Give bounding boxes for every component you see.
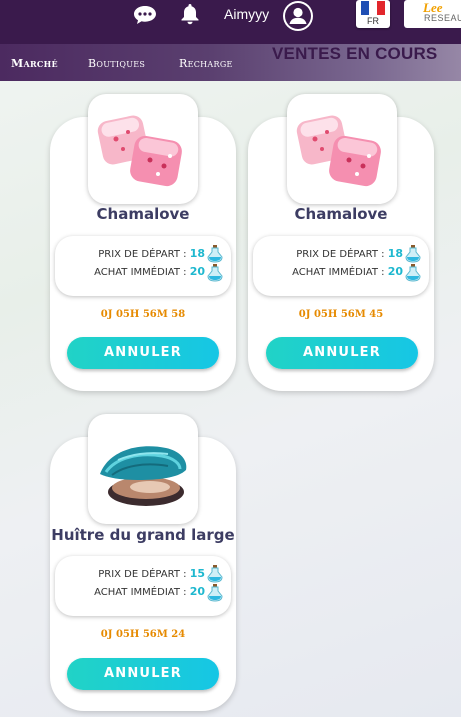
oyster-icon xyxy=(100,446,187,506)
start-price-label: PRIX DE DÉPART : xyxy=(98,569,187,580)
potion-icon xyxy=(207,245,223,263)
user-icon xyxy=(285,3,311,29)
potion-icon xyxy=(207,584,223,602)
buy-now-value: 20 xyxy=(189,585,205,598)
buy-now-row: ACHAT IMMÉDIAT : 20 xyxy=(94,585,205,598)
item-thumbnail xyxy=(88,94,198,204)
buy-now-row: ACHAT IMMÉDIAT : 20 xyxy=(94,265,205,278)
buy-now-label: ACHAT IMMÉDIAT : xyxy=(292,267,385,278)
buy-now-label: ACHAT IMMÉDIAT : xyxy=(94,267,187,278)
potion-icon xyxy=(405,245,421,263)
start-price-label: PRIX DE DÉPART : xyxy=(296,249,385,260)
start-price-value: 15 xyxy=(189,567,205,580)
tab-marche[interactable]: Marché xyxy=(11,57,58,70)
buy-now-row: ACHAT IMMÉDIAT : 20 xyxy=(292,265,403,278)
time-left: 0J 05H 56M 58 xyxy=(100,309,186,320)
start-price-label: PRIX DE DÉPART : xyxy=(98,249,187,260)
start-price-row: PRIX DE DÉPART : 18 xyxy=(296,247,403,260)
network-logo[interactable]: Lee RESEAU xyxy=(404,0,461,28)
cancel-button[interactable]: ANNULER xyxy=(266,337,418,369)
item-thumbnail xyxy=(287,94,397,204)
language-flag-button[interactable]: FR xyxy=(356,0,390,28)
potion-icon xyxy=(207,565,223,583)
username[interactable]: Aimyyy xyxy=(224,6,269,22)
buy-now-label: ACHAT IMMÉDIAT : xyxy=(94,587,187,598)
start-price-row: PRIX DE DÉPART : 18 xyxy=(98,247,205,260)
cancel-button[interactable]: ANNULER xyxy=(67,337,219,369)
potion-icon xyxy=(207,264,223,282)
cancel-button[interactable]: ANNULER xyxy=(67,658,219,690)
item-name: Chamalove xyxy=(294,205,388,223)
marshmallow-icon xyxy=(296,115,381,187)
item-thumbnail xyxy=(88,414,198,524)
marshmallow-icon xyxy=(97,115,182,187)
section-title: VENTES EN COURS xyxy=(272,44,438,63)
price-box: PRIX DE DÉPART : 18 ACHAT IMMÉDIAT : 20 xyxy=(253,236,429,296)
price-box: PRIX DE DÉPART : 15 ACHAT IMMÉDIAT : 20 xyxy=(55,556,231,616)
tab-recharge[interactable]: Recharge xyxy=(179,57,233,70)
item-name: Chamalove xyxy=(96,205,190,223)
france-flag-icon xyxy=(361,1,385,15)
start-price-row: PRIX DE DÉPART : 15 xyxy=(98,567,205,580)
chat-icon[interactable] xyxy=(133,5,157,25)
start-price-value: 18 xyxy=(189,247,205,260)
avatar[interactable] xyxy=(283,1,313,31)
tab-boutiques[interactable]: Boutiques xyxy=(88,57,145,70)
price-box: PRIX DE DÉPART : 18 ACHAT IMMÉDIAT : 20 xyxy=(55,236,231,296)
buy-now-value: 20 xyxy=(387,265,403,278)
brand-network-text: RESEAU xyxy=(424,13,461,23)
time-left: 0J 05H 56M 45 xyxy=(298,309,384,320)
item-name: Huître du grand large xyxy=(51,526,235,544)
top-bar: Aimyyy FR Lee RESEAU xyxy=(0,0,461,44)
bell-icon[interactable] xyxy=(180,3,200,25)
start-price-value: 18 xyxy=(387,247,403,260)
potion-icon xyxy=(405,264,421,282)
buy-now-value: 20 xyxy=(189,265,205,278)
time-left: 0J 05H 56M 24 xyxy=(100,629,186,640)
language-code: FR xyxy=(367,16,379,26)
